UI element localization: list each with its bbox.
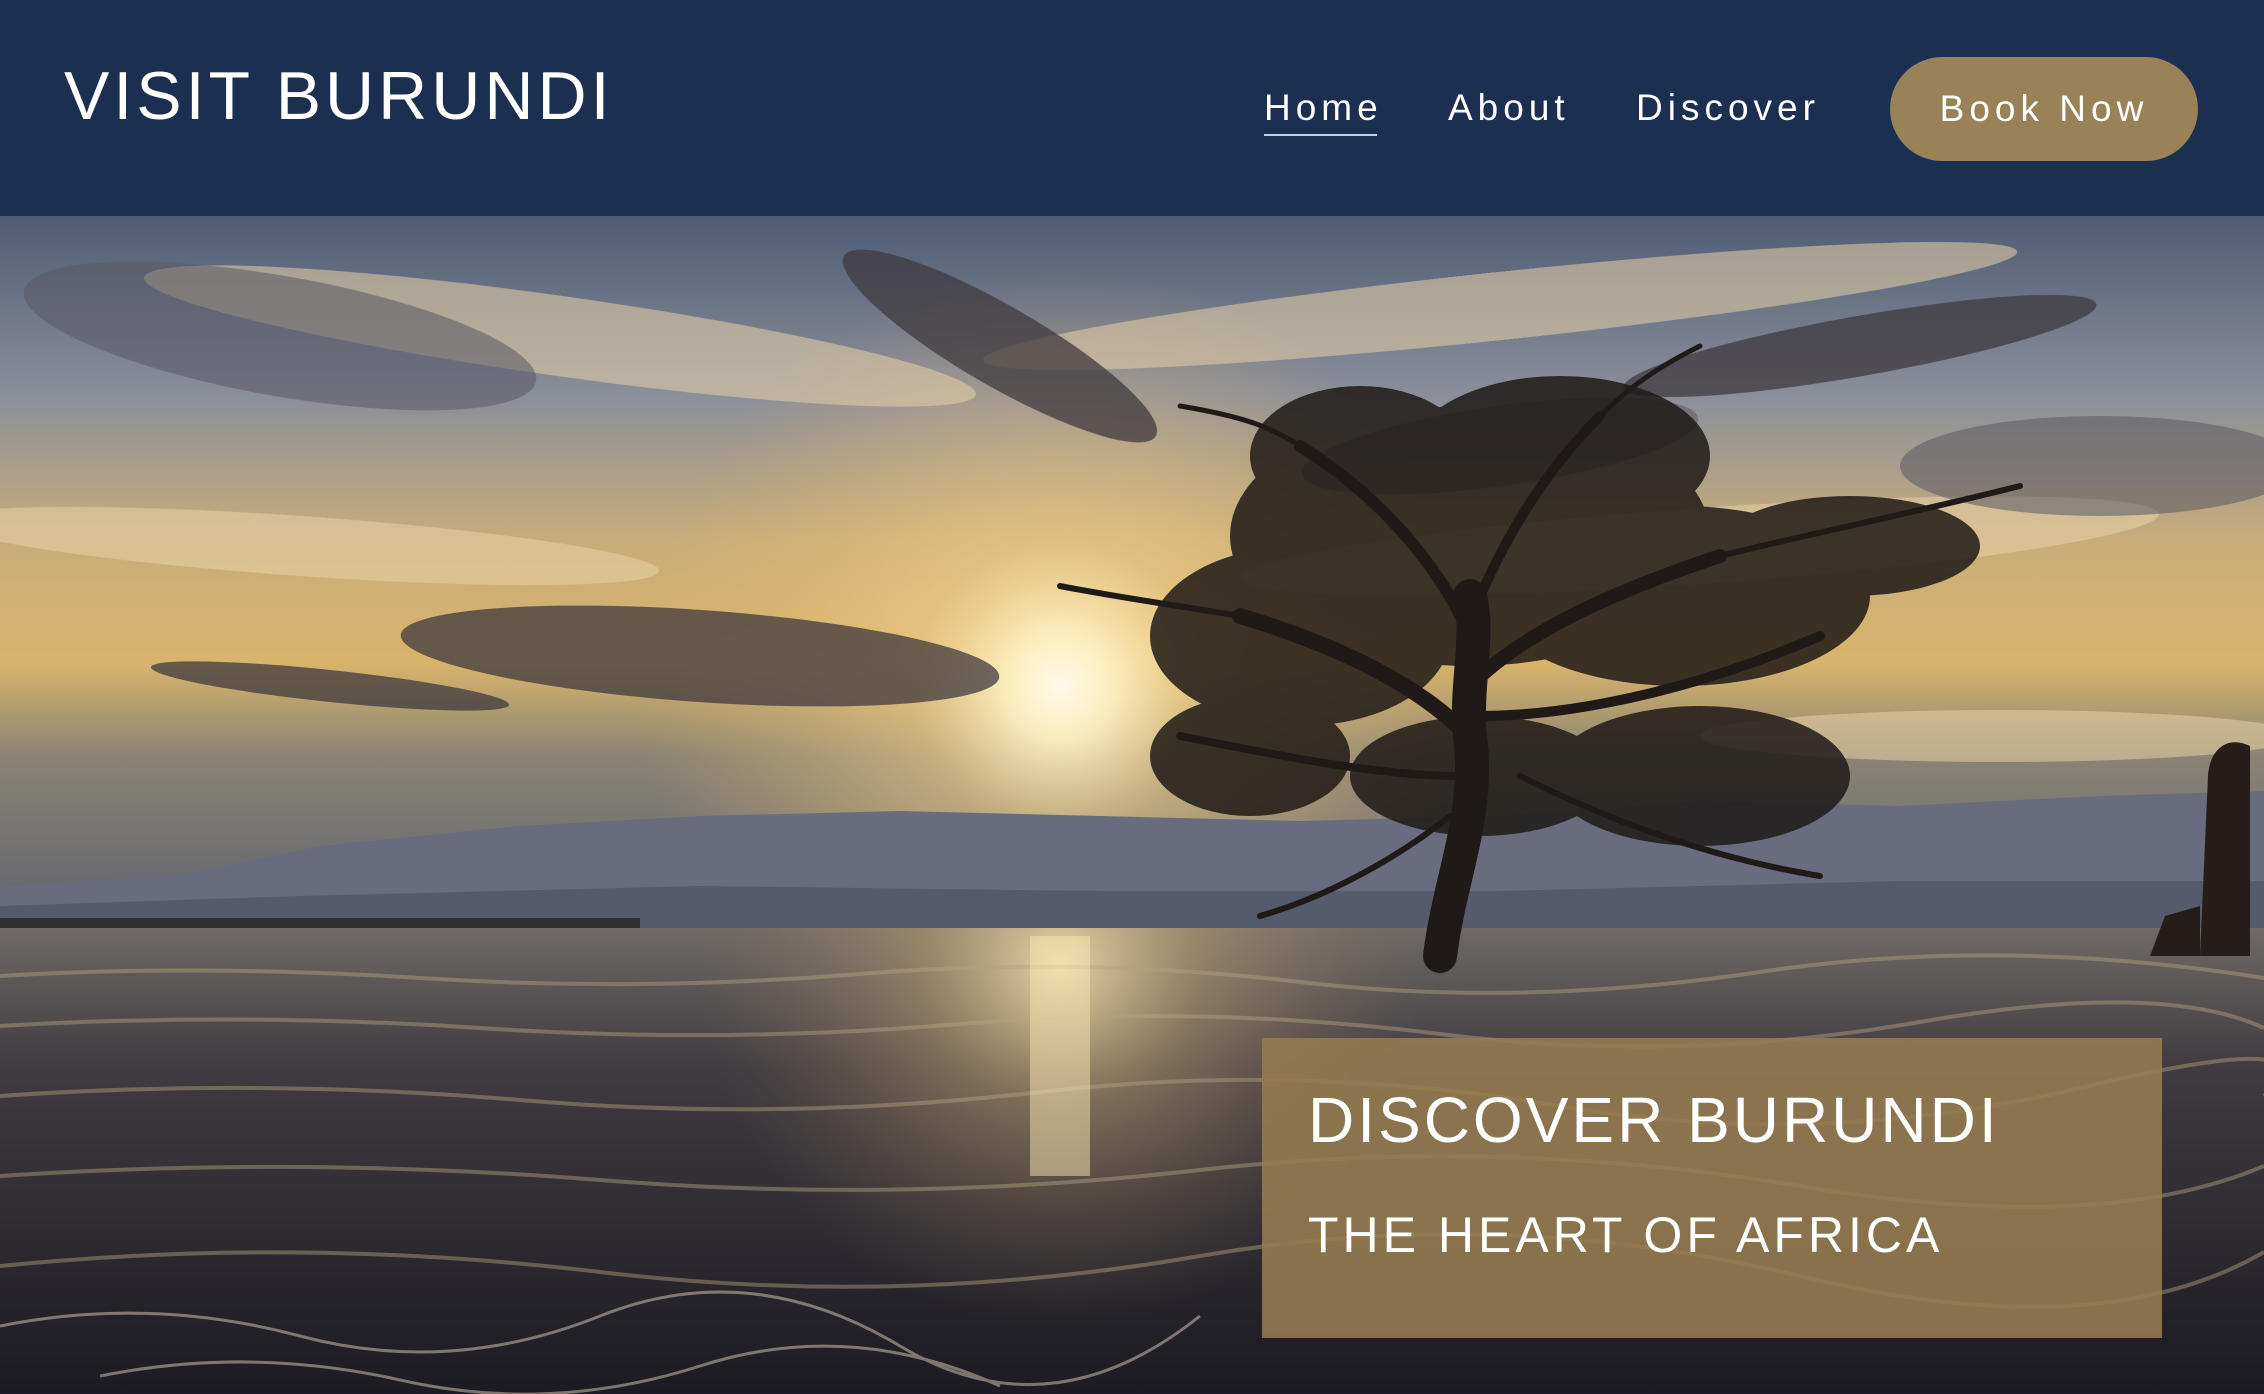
book-now-button[interactable]: Book Now [1890, 57, 2198, 161]
nav-link-home-label: Home [1264, 87, 1383, 128]
nav-link-home[interactable]: Home [1264, 87, 1383, 136]
nav-link-about[interactable]: About [1448, 88, 1570, 128]
site-header: VISIT BURUNDI Home About Discover Book N… [0, 0, 2264, 216]
hero-callout: DISCOVER BURUNDI THE HEART OF AFRICA [1262, 1038, 2162, 1338]
hero-section: DISCOVER BURUNDI THE HEART OF AFRICA [0, 216, 2264, 1394]
nav-link-discover[interactable]: Discover [1636, 88, 1820, 128]
page: VISIT BURUNDI Home About Discover Book N… [0, 0, 2264, 1394]
active-nav-underline [1264, 134, 1377, 136]
hero-subtitle: THE HEART OF AFRICA [1308, 1207, 1944, 1263]
hero-title: DISCOVER BURUNDI [1308, 1084, 2000, 1156]
